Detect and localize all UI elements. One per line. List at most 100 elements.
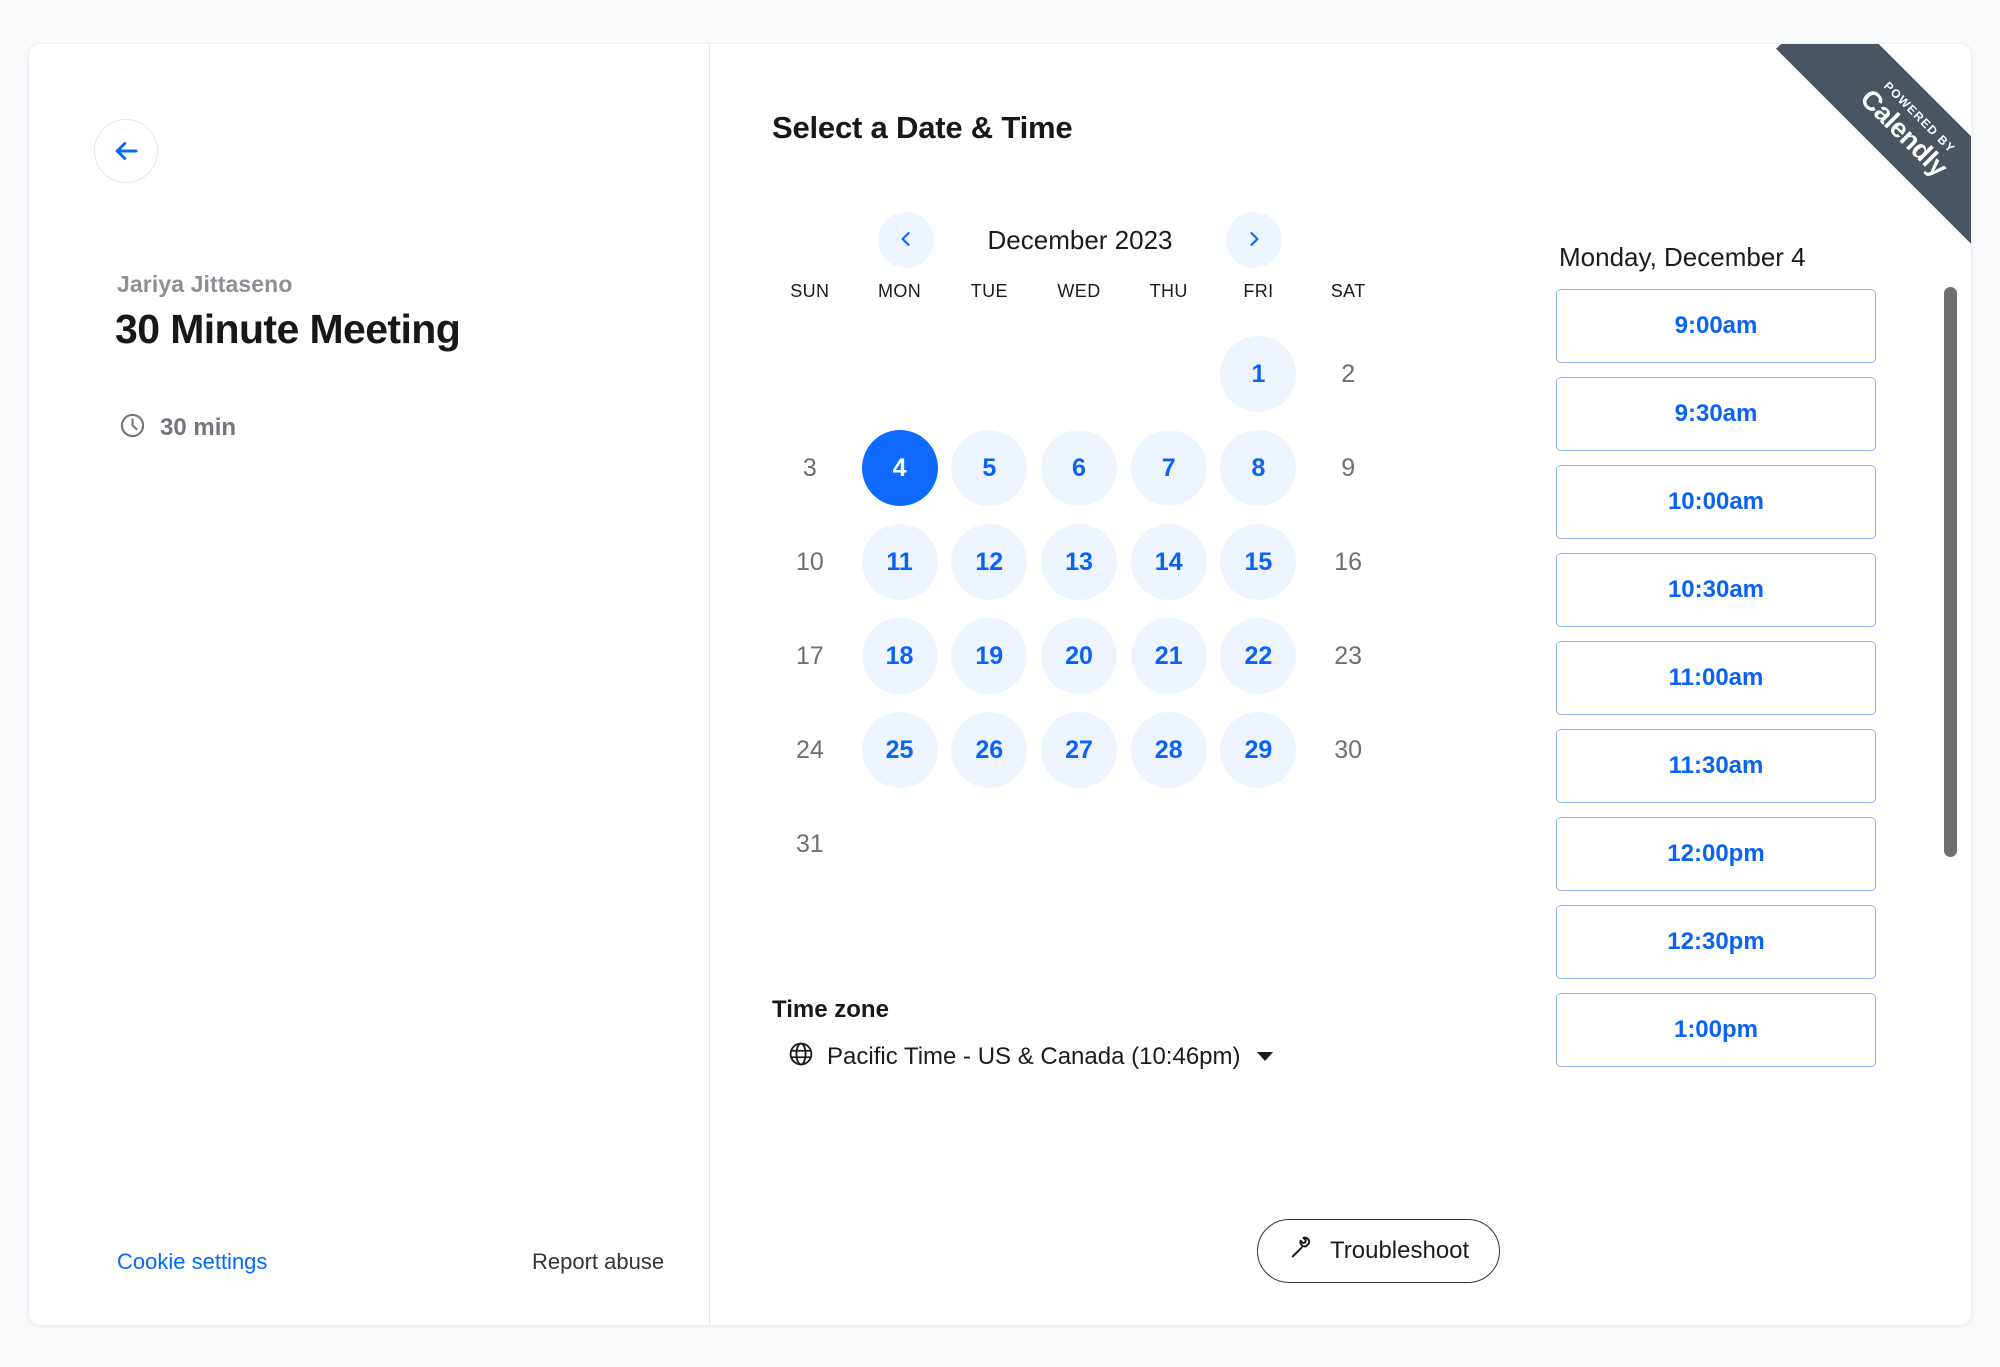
weekday-header-wed: WED [1057, 281, 1101, 301]
calendar-day-cell: 26 [944, 703, 1034, 797]
time-slots-panel: Monday, December 4 9:00am 9:30am 10:00am 10… [1445, 44, 1971, 1325]
back-button[interactable] [94, 119, 158, 183]
calendar-blank-cell [1034, 327, 1124, 421]
weekday-header-tue: TUE [970, 281, 1008, 301]
calendar-day-cell: 17 [765, 609, 855, 703]
calendar-day-cell: 2 [1303, 327, 1393, 421]
calendar-day-5[interactable]: 5 [951, 430, 1028, 506]
calendar-day-27[interactable]: 27 [1040, 712, 1117, 788]
time-slot-button[interactable]: 10:30am [1556, 553, 1876, 627]
calendar-day-10: 10 [795, 547, 824, 576]
calendar-day-11[interactable]: 11 [861, 524, 938, 600]
calendar-day-7[interactable]: 7 [1130, 430, 1207, 506]
calendar-day-25[interactable]: 25 [861, 712, 938, 788]
slots-scrollbar-thumb[interactable] [1944, 287, 1957, 857]
calendar-day-31: 31 [795, 829, 824, 858]
caret-down-icon [1256, 1052, 1273, 1061]
calendar-day-cell: 6 [1034, 421, 1124, 515]
arrow-left-icon [111, 136, 141, 166]
chevron-left-icon [896, 229, 916, 252]
calendar-day-cell: 23 [1303, 609, 1393, 703]
calendar-day-cell: 11 [855, 515, 945, 609]
calendar-day-cell: 24 [765, 703, 855, 797]
time-slot-button[interactable]: 12:30pm [1556, 905, 1876, 979]
time-slots-list: 9:00am 9:30am 10:00am 10:30am 11:00am 11:30am… [1556, 289, 1876, 1067]
calendar-day-cell: 15 [1214, 515, 1304, 609]
left-footer: Cookie settings Report abuse [29, 1249, 709, 1279]
report-abuse-link[interactable]: Report abuse [532, 1249, 664, 1275]
calendar-day-6[interactable]: 6 [1040, 430, 1117, 506]
weekday-header-mon: MON [877, 281, 922, 301]
calendar-day-24: 24 [795, 735, 824, 764]
calendar-day-18[interactable]: 18 [861, 618, 938, 694]
calendar-day-cell: 5 [944, 421, 1034, 515]
time-slot-button[interactable]: 1:00pm [1556, 993, 1876, 1067]
calendar-panel: Select a Date & Time December 2023 SUN MO… [710, 44, 1501, 1325]
selected-date-heading: Monday, December 4 [1559, 242, 1806, 272]
calendar-day-cell: 30 [1303, 703, 1393, 797]
time-slot-button[interactable]: 9:30am [1556, 377, 1876, 451]
calendar-blank-cell [944, 327, 1034, 421]
calendar-day-grid: 1 2 3 4 5 6 7 8 9 10 11 12 13 14 15 16 17 18 19 20 21 22 23 24 2… [765, 327, 1393, 891]
calendar-day-cell: 31 [765, 797, 855, 891]
weekday-header-thu: THU [1149, 281, 1188, 301]
calendar-day-12[interactable]: 12 [951, 524, 1028, 600]
calendar-day-8[interactable]: 8 [1220, 430, 1297, 506]
calendar-day-20[interactable]: 20 [1040, 618, 1117, 694]
calendar-day-26[interactable]: 26 [951, 712, 1028, 788]
next-month-button[interactable] [1226, 212, 1282, 268]
timezone-value: Pacific Time - US & Canada (10:46pm) [827, 1042, 1241, 1070]
calendar-day-2: 2 [1341, 359, 1356, 388]
calendar-day-22[interactable]: 22 [1220, 618, 1297, 694]
calendar-day-cell: 3 [765, 421, 855, 515]
calendar-day-1[interactable]: 1 [1220, 336, 1297, 412]
time-slot-button[interactable]: 12:00pm [1556, 817, 1876, 891]
calendar-day-9: 9 [1341, 453, 1356, 482]
weekday-header-sat: SAT [1330, 281, 1366, 301]
calendar-day-cell: 9 [1303, 421, 1393, 515]
calendar-day-4[interactable]: 4 [861, 430, 938, 506]
calendar-day-15[interactable]: 15 [1220, 524, 1297, 600]
calendar-day-cell: 16 [1303, 515, 1393, 609]
calendar-day-cell: 10 [765, 515, 855, 609]
calendar-day-29[interactable]: 29 [1220, 712, 1297, 788]
previous-month-button[interactable] [878, 212, 934, 268]
globe-icon [788, 1041, 814, 1072]
calendar-day-28[interactable]: 28 [1130, 712, 1207, 788]
calendar-day-21[interactable]: 21 [1130, 618, 1207, 694]
time-slot-button[interactable]: 11:00am [1556, 641, 1876, 715]
calendar-blank-cell [765, 327, 855, 421]
calendar-day-cell: 13 [1034, 515, 1124, 609]
duration-row: 30 min [119, 412, 236, 444]
calendar-day-19[interactable]: 19 [951, 618, 1028, 694]
event-title: 30 Minute Meeting [115, 306, 461, 352]
calendar-day-30: 30 [1334, 735, 1363, 764]
calendar-day-cell: 22 [1214, 609, 1304, 703]
weekday-header-fri: FRI [1243, 281, 1274, 301]
calendar-day-13[interactable]: 13 [1040, 524, 1117, 600]
weekday-header-row: SUN MON TUE WED THU FRI SAT [765, 281, 1393, 302]
calendar-day-cell: 20 [1034, 609, 1124, 703]
organizer-name: Jariya Jittaseno [117, 271, 293, 297]
booking-card: Jariya Jittaseno 30 Minute Meeting 30 mi… [28, 43, 1972, 1326]
calendar-day-cell: 28 [1124, 703, 1214, 797]
calendar-day-cell: 12 [944, 515, 1034, 609]
calendar-blank-cell [1124, 327, 1214, 421]
event-details-panel: Jariya Jittaseno 30 Minute Meeting 30 mi… [29, 44, 710, 1325]
calendar-day-17: 17 [795, 641, 824, 670]
chevron-right-icon [1244, 229, 1264, 252]
calendar-day-14[interactable]: 14 [1130, 524, 1207, 600]
duration-label: 30 min [160, 414, 237, 441]
calendar-day-cell: 18 [855, 609, 945, 703]
calendar-day-cell: 19 [944, 609, 1034, 703]
calendar-day-cell: 8 [1214, 421, 1304, 515]
time-slot-button[interactable]: 10:00am [1556, 465, 1876, 539]
time-slot-button[interactable]: 9:00am [1556, 289, 1876, 363]
time-slot-button[interactable]: 11:30am [1556, 729, 1876, 803]
calendar-day-cell: 1 [1214, 327, 1304, 421]
calendar-day-cell: 14 [1124, 515, 1214, 609]
timezone-select[interactable]: Pacific Time - US & Canada (10:46pm) [788, 1041, 1273, 1072]
slots-scrollbar-track[interactable] [1944, 44, 1964, 1325]
calendar-day-3: 3 [802, 453, 817, 482]
cookie-settings-link[interactable]: Cookie settings [117, 1249, 267, 1275]
